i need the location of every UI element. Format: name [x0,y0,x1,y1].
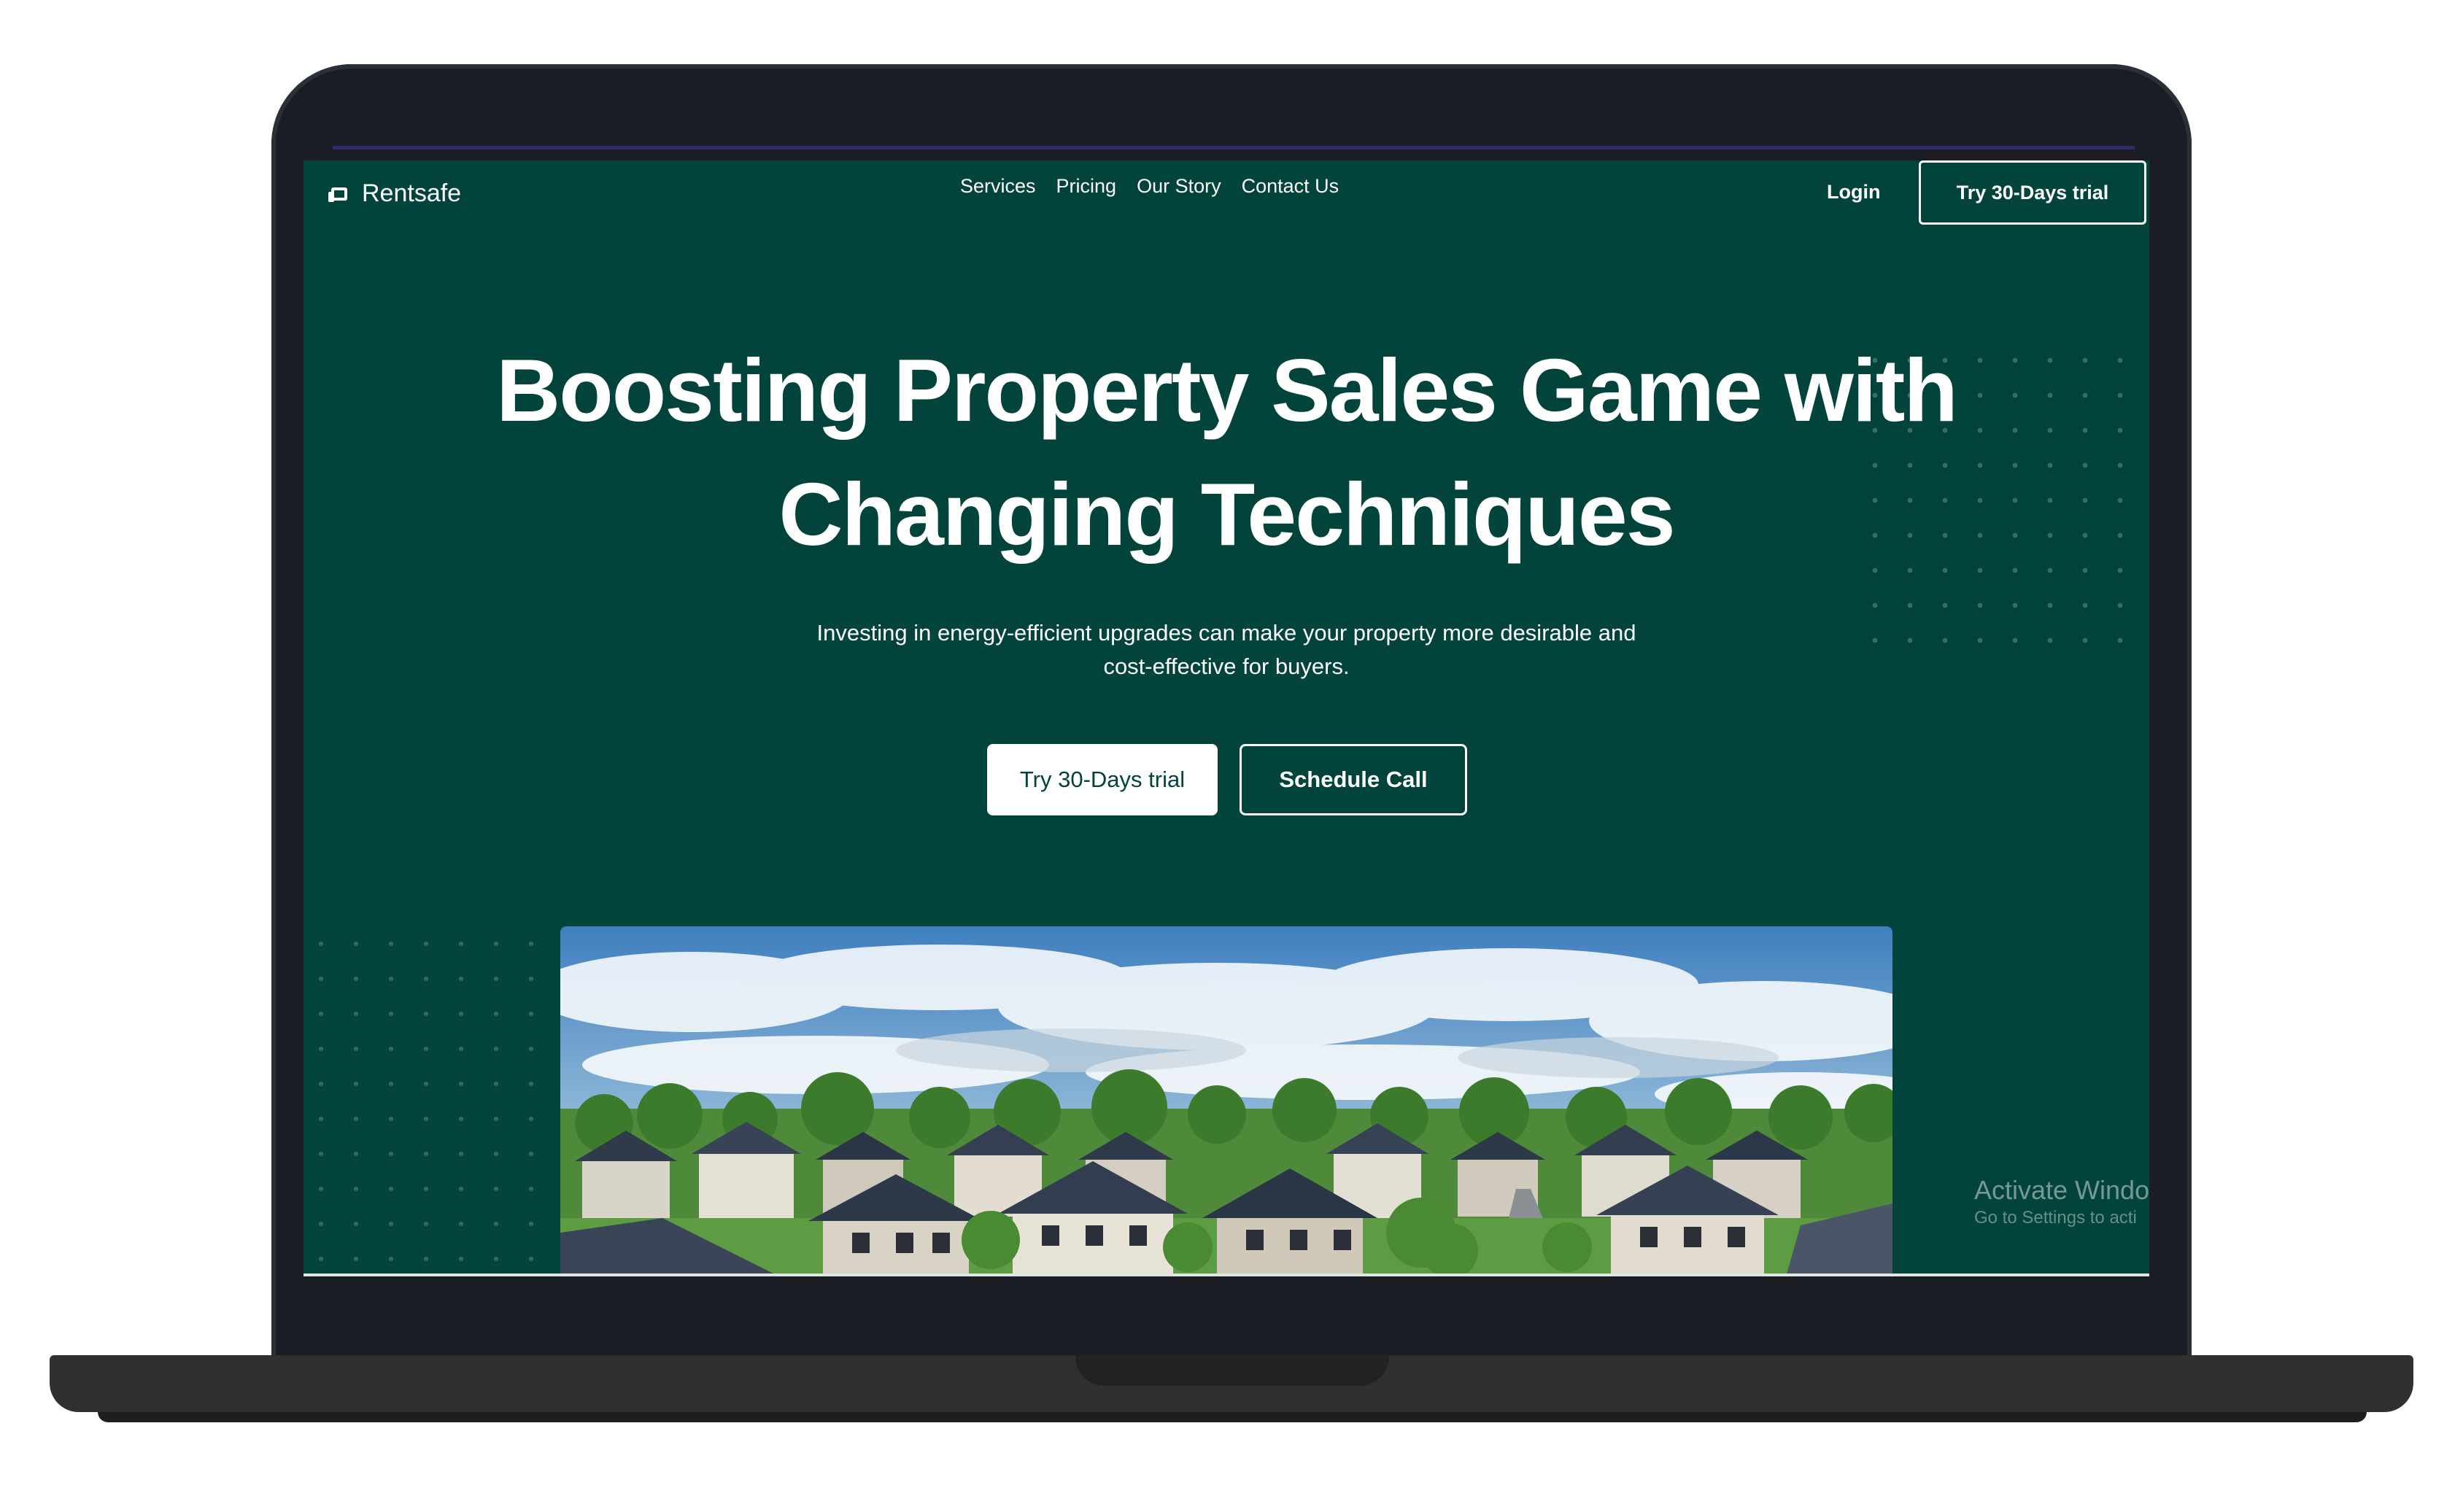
watermark-title: Activate Windo [1974,1175,2149,1205]
home-outline-icon [328,185,353,203]
brand-name: Rentsafe [362,179,462,207]
nav-link-contact-us[interactable]: Contact Us [1242,175,1339,198]
dot-pattern-decoration [303,926,537,1276]
hero-subtitle-line-2: cost-effective for buyers. [1103,654,1350,679]
schedule-call-button[interactable]: Schedule Call [1240,744,1467,815]
nav-link-pricing[interactable]: Pricing [1056,175,1117,198]
hero-title-line-2: Changing Techniques [778,465,1675,564]
laptop-base-lip [98,1412,2367,1422]
laptop-mockup: Rentsafe Services Pricing Our Story Cont… [0,0,2463,1512]
nav-trial-button[interactable]: Try 30-Days trial [1919,160,2146,225]
hero-title-line-1: Boosting Property Sales Game with [496,341,1958,440]
browser-top-bar [333,146,2135,150]
nav-link-our-story[interactable]: Our Story [1137,175,1221,198]
website-screen: Rentsafe Services Pricing Our Story Cont… [303,160,2149,1276]
laptop-notch [1075,1355,1389,1386]
hero-subtitle-line-1: Investing in energy-efficient upgrades c… [816,620,1636,645]
nav-link-services[interactable]: Services [960,175,1036,198]
top-navigation: Rentsafe Services Pricing Our Story Cont… [303,160,2149,233]
screen-bottom-edge [303,1273,2149,1276]
hero-title: Boosting Property Sales Game with Changi… [420,328,2033,576]
login-link[interactable]: Login [1827,181,1880,203]
watermark-subtitle: Go to Settings to acti [1974,1208,2137,1228]
windows-activation-watermark: Activate Windo Go to Settings to acti [1974,1174,2149,1230]
neighborhood-hero-image [560,926,1892,1276]
brand-logo[interactable]: Rentsafe [328,179,461,208]
hero-subtitle: Investing in energy-efficient upgrades c… [789,616,1664,683]
nav-links: Services Pricing Our Story Contact Us [960,175,1339,198]
try-trial-button[interactable]: Try 30-Days trial [987,744,1218,815]
